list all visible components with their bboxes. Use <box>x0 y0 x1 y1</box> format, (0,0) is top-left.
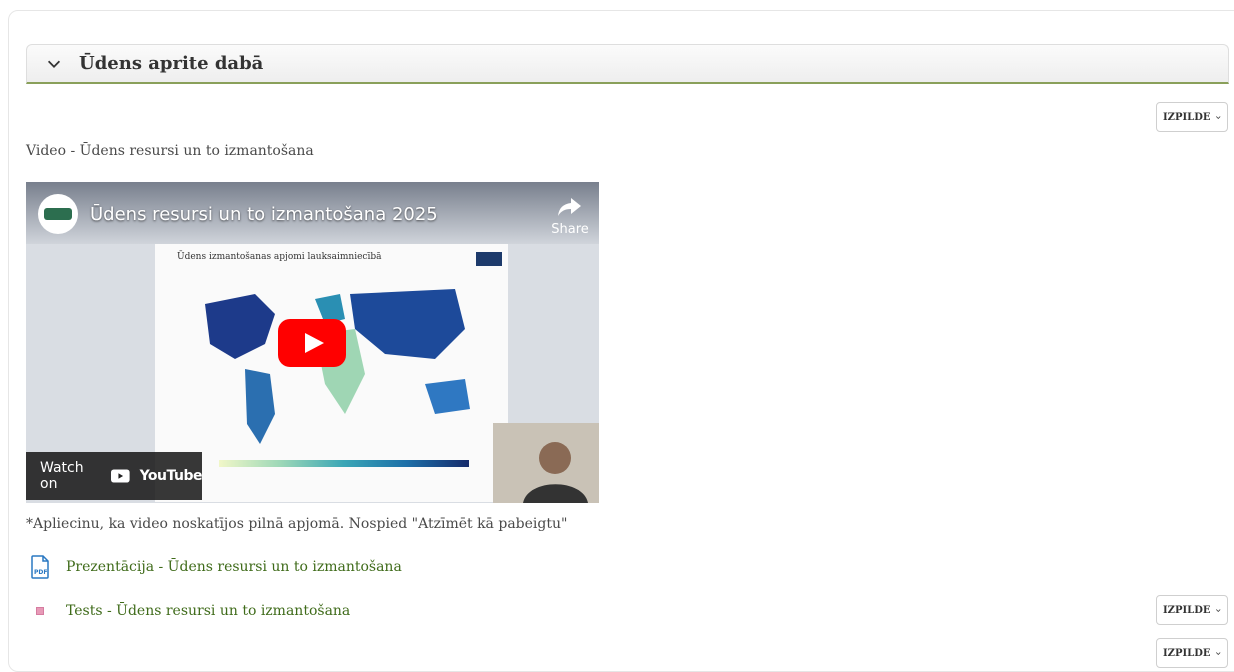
map-legend-bar <box>219 460 469 467</box>
channel-logo[interactable] <box>38 194 78 234</box>
completion-dropdown-quiz[interactable]: IZPILDE <box>1156 595 1228 625</box>
svg-text:PDF: PDF <box>34 569 47 576</box>
presenter-image <box>493 423 599 503</box>
completion-label: IZPILDE <box>1163 647 1211 659</box>
video-slide-frame: Ūdens izmantošanas apjomi lauksaimniecīb… <box>155 244 508 502</box>
quiz-icon <box>28 600 52 622</box>
chevron-down-icon <box>1215 115 1220 119</box>
video-title[interactable]: Ūdens resursi un to izmantošana 2025 <box>90 204 438 225</box>
chevron-down-icon <box>1215 608 1220 612</box>
share-icon <box>558 198 581 216</box>
watch-on-label: Watch on <box>40 460 84 492</box>
channel-logo-icon <box>44 208 72 220</box>
presenter-webcam <box>493 423 599 503</box>
presentation-link[interactable]: Prezentācija - Ūdens resursi un to izman… <box>66 559 402 575</box>
owid-logo <box>476 252 502 266</box>
share-button[interactable]: Share <box>550 196 590 237</box>
youtube-embed[interactable]: Ūdens izmantošanas apjomi lauksaimniecīb… <box>26 182 599 503</box>
activity-presentation[interactable]: PDF Prezentācija - Ūdens resursi un to i… <box>28 554 402 580</box>
section-header[interactable]: Ūdens aprite dabā <box>26 44 1229 84</box>
youtube-icon <box>110 469 130 483</box>
completion-label: IZPILDE <box>1163 604 1211 616</box>
chevron-down-icon[interactable] <box>45 55 63 73</box>
share-label: Share <box>551 222 589 237</box>
chevron-down-icon <box>1215 651 1220 655</box>
youtube-label: YouTube <box>139 468 203 484</box>
confirmation-text: *Apliecinu, ka video noskatījos pilnā ap… <box>26 516 568 532</box>
play-icon[interactable] <box>278 319 346 367</box>
video-caption: Video - Ūdens resursi un to izmantošana <box>26 143 314 159</box>
completion-dropdown-next[interactable]: IZPILDE <box>1156 638 1228 668</box>
section-title: Ūdens aprite dabā <box>79 53 264 74</box>
completion-dropdown-video[interactable]: IZPILDE <box>1156 102 1228 132</box>
watch-on-youtube-button[interactable]: Watch on YouTube <box>26 452 203 500</box>
quiz-link[interactable]: Tests - Ūdens resursi un to izmantošana <box>66 603 350 619</box>
pdf-icon: PDF <box>31 555 49 579</box>
completion-label: IZPILDE <box>1163 111 1211 123</box>
activity-quiz[interactable]: Tests - Ūdens resursi un to izmantošana <box>28 600 350 622</box>
slide-title: Ūdens izmantošanas apjomi lauksaimniecīb… <box>177 252 382 262</box>
